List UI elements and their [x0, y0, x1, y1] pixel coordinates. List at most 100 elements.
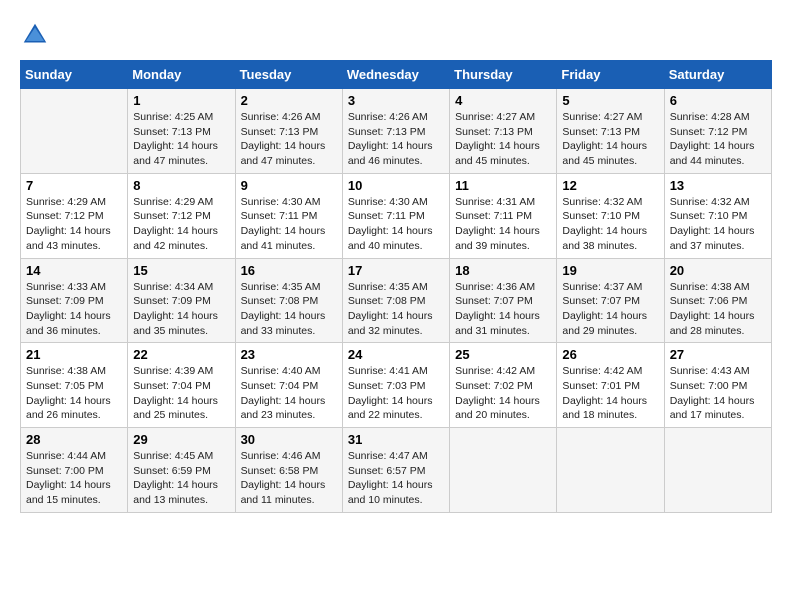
day-number: 21 [26, 347, 122, 362]
day-number: 5 [562, 93, 658, 108]
day-number: 3 [348, 93, 444, 108]
cell-content: Sunrise: 4:27 AM Sunset: 7:13 PM Dayligh… [562, 110, 658, 169]
cell-content: Sunrise: 4:35 AM Sunset: 7:08 PM Dayligh… [241, 280, 337, 339]
calendar-cell [664, 428, 771, 513]
calendar-week-4: 21 Sunrise: 4:38 AM Sunset: 7:05 PM Dayli… [21, 343, 772, 428]
calendar-cell: 5 Sunrise: 4:27 AM Sunset: 7:13 PM Daylig… [557, 89, 664, 174]
day-number: 19 [562, 263, 658, 278]
day-number: 15 [133, 263, 229, 278]
calendar-cell: 24 Sunrise: 4:41 AM Sunset: 7:03 PM Dayli… [342, 343, 449, 428]
day-number: 16 [241, 263, 337, 278]
day-header-monday: Monday [128, 61, 235, 89]
calendar-cell: 9 Sunrise: 4:30 AM Sunset: 7:11 PM Daylig… [235, 173, 342, 258]
calendar-cell: 16 Sunrise: 4:35 AM Sunset: 7:08 PM Dayli… [235, 258, 342, 343]
day-number: 28 [26, 432, 122, 447]
cell-content: Sunrise: 4:47 AM Sunset: 6:57 PM Dayligh… [348, 449, 444, 508]
cell-content: Sunrise: 4:45 AM Sunset: 6:59 PM Dayligh… [133, 449, 229, 508]
cell-content: Sunrise: 4:29 AM Sunset: 7:12 PM Dayligh… [133, 195, 229, 254]
cell-content: Sunrise: 4:36 AM Sunset: 7:07 PM Dayligh… [455, 280, 551, 339]
calendar-cell: 23 Sunrise: 4:40 AM Sunset: 7:04 PM Dayli… [235, 343, 342, 428]
cell-content: Sunrise: 4:26 AM Sunset: 7:13 PM Dayligh… [241, 110, 337, 169]
calendar-cell: 15Sunrise: 4:34 AM Sunset: 7:09 PM Dayli… [128, 258, 235, 343]
day-header-friday: Friday [557, 61, 664, 89]
calendar-cell: 1 Sunrise: 4:25 AM Sunset: 7:13 PM Daylig… [128, 89, 235, 174]
cell-content: Sunrise: 4:27 AM Sunset: 7:13 PM Dayligh… [455, 110, 551, 169]
day-number: 14 [26, 263, 122, 278]
calendar-cell: 6 Sunrise: 4:28 AM Sunset: 7:12 PM Daylig… [664, 89, 771, 174]
day-number: 4 [455, 93, 551, 108]
calendar-cell: 20Sunrise: 4:38 AM Sunset: 7:06 PM Dayli… [664, 258, 771, 343]
day-header-thursday: Thursday [450, 61, 557, 89]
calendar-cell: 8 Sunrise: 4:29 AM Sunset: 7:12 PM Daylig… [128, 173, 235, 258]
calendar-week-2: 7 Sunrise: 4:29 AM Sunset: 7:12 PM Daylig… [21, 173, 772, 258]
calendar-table: SundayMondayTuesdayWednesdayThursdayFrid… [20, 60, 772, 513]
calendar-week-1: 1 Sunrise: 4:25 AM Sunset: 7:13 PM Daylig… [21, 89, 772, 174]
cell-content: Sunrise: 4:46 AM Sunset: 6:58 PM Dayligh… [241, 449, 337, 508]
day-number: 2 [241, 93, 337, 108]
cell-content: Sunrise: 4:43 AM Sunset: 7:00 PM Dayligh… [670, 364, 766, 423]
cell-content: Sunrise: 4:38 AM Sunset: 7:05 PM Dayligh… [26, 364, 122, 423]
calendar-cell [557, 428, 664, 513]
calendar-cell: 13Sunrise: 4:32 AM Sunset: 7:10 PM Dayli… [664, 173, 771, 258]
calendar-cell [450, 428, 557, 513]
cell-content: Sunrise: 4:39 AM Sunset: 7:04 PM Dayligh… [133, 364, 229, 423]
days-header-row: SundayMondayTuesdayWednesdayThursdayFrid… [21, 61, 772, 89]
cell-content: Sunrise: 4:31 AM Sunset: 7:11 PM Dayligh… [455, 195, 551, 254]
calendar-cell: 14 Sunrise: 4:33 AM Sunset: 7:09 PM Dayli… [21, 258, 128, 343]
day-number: 7 [26, 178, 122, 193]
cell-content: Sunrise: 4:29 AM Sunset: 7:12 PM Dayligh… [26, 195, 122, 254]
day-number: 11 [455, 178, 551, 193]
logo [20, 20, 54, 50]
cell-content: Sunrise: 4:30 AM Sunset: 7:11 PM Dayligh… [241, 195, 337, 254]
calendar-cell: 10Sunrise: 4:30 AM Sunset: 7:11 PM Dayli… [342, 173, 449, 258]
calendar-cell: 7 Sunrise: 4:29 AM Sunset: 7:12 PM Daylig… [21, 173, 128, 258]
calendar-cell: 17 Sunrise: 4:35 AM Sunset: 7:08 PM Dayli… [342, 258, 449, 343]
calendar-cell [21, 89, 128, 174]
calendar-cell: 12 Sunrise: 4:32 AM Sunset: 7:10 PM Dayli… [557, 173, 664, 258]
calendar-cell: 31 Sunrise: 4:47 AM Sunset: 6:57 PM Dayli… [342, 428, 449, 513]
day-number: 6 [670, 93, 766, 108]
calendar-cell: 21 Sunrise: 4:38 AM Sunset: 7:05 PM Dayli… [21, 343, 128, 428]
day-header-saturday: Saturday [664, 61, 771, 89]
day-number: 27 [670, 347, 766, 362]
cell-content: Sunrise: 4:41 AM Sunset: 7:03 PM Dayligh… [348, 364, 444, 423]
cell-content: Sunrise: 4:25 AM Sunset: 7:13 PM Dayligh… [133, 110, 229, 169]
cell-content: Sunrise: 4:26 AM Sunset: 7:13 PM Dayligh… [348, 110, 444, 169]
cell-content: Sunrise: 4:42 AM Sunset: 7:01 PM Dayligh… [562, 364, 658, 423]
day-number: 8 [133, 178, 229, 193]
day-number: 13 [670, 178, 766, 193]
day-number: 31 [348, 432, 444, 447]
day-number: 22 [133, 347, 229, 362]
day-header-sunday: Sunday [21, 61, 128, 89]
calendar-cell: 30 Sunrise: 4:46 AM Sunset: 6:58 PM Dayli… [235, 428, 342, 513]
cell-content: Sunrise: 4:42 AM Sunset: 7:02 PM Dayligh… [455, 364, 551, 423]
day-number: 1 [133, 93, 229, 108]
calendar-cell: 4 Sunrise: 4:27 AM Sunset: 7:13 PM Daylig… [450, 89, 557, 174]
cell-content: Sunrise: 4:40 AM Sunset: 7:04 PM Dayligh… [241, 364, 337, 423]
calendar-cell: 2 Sunrise: 4:26 AM Sunset: 7:13 PM Daylig… [235, 89, 342, 174]
calendar-cell: 11 Sunrise: 4:31 AM Sunset: 7:11 PM Dayli… [450, 173, 557, 258]
calendar-cell: 19 Sunrise: 4:37 AM Sunset: 7:07 PM Dayli… [557, 258, 664, 343]
calendar-cell: 25 Sunrise: 4:42 AM Sunset: 7:02 PM Dayli… [450, 343, 557, 428]
day-number: 25 [455, 347, 551, 362]
day-number: 17 [348, 263, 444, 278]
cell-content: Sunrise: 4:33 AM Sunset: 7:09 PM Dayligh… [26, 280, 122, 339]
day-number: 18 [455, 263, 551, 278]
cell-content: Sunrise: 4:37 AM Sunset: 7:07 PM Dayligh… [562, 280, 658, 339]
day-number: 9 [241, 178, 337, 193]
calendar-week-5: 28Sunrise: 4:44 AM Sunset: 7:00 PM Dayli… [21, 428, 772, 513]
day-number: 30 [241, 432, 337, 447]
logo-icon [20, 20, 50, 50]
day-number: 12 [562, 178, 658, 193]
calendar-cell: 29Sunrise: 4:45 AM Sunset: 6:59 PM Dayli… [128, 428, 235, 513]
cell-content: Sunrise: 4:35 AM Sunset: 7:08 PM Dayligh… [348, 280, 444, 339]
calendar-cell: 22 Sunrise: 4:39 AM Sunset: 7:04 PM Dayli… [128, 343, 235, 428]
cell-content: Sunrise: 4:38 AM Sunset: 7:06 PM Dayligh… [670, 280, 766, 339]
calendar-cell: 28Sunrise: 4:44 AM Sunset: 7:00 PM Dayli… [21, 428, 128, 513]
calendar-cell: 26Sunrise: 4:42 AM Sunset: 7:01 PM Dayli… [557, 343, 664, 428]
cell-content: Sunrise: 4:28 AM Sunset: 7:12 PM Dayligh… [670, 110, 766, 169]
calendar-cell: 18 Sunrise: 4:36 AM Sunset: 7:07 PM Dayli… [450, 258, 557, 343]
day-number: 24 [348, 347, 444, 362]
cell-content: Sunrise: 4:32 AM Sunset: 7:10 PM Dayligh… [562, 195, 658, 254]
day-number: 23 [241, 347, 337, 362]
